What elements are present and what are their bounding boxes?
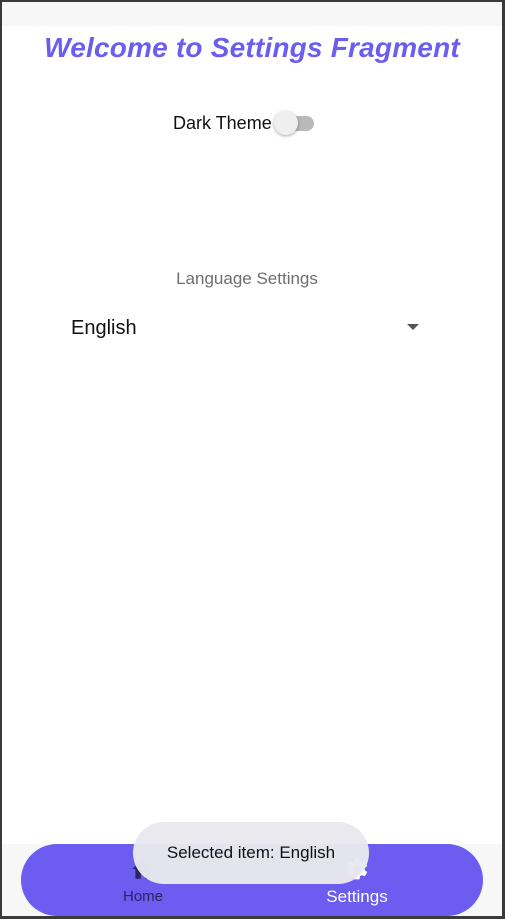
toast-message: Selected item: English [133,822,369,884]
language-settings-label: Language Settings [176,269,318,288]
nav-label-home: Home [122,888,163,905]
dropdown-arrow-icon [407,324,419,330]
dark-theme-label: Dark Theme [173,112,272,133]
switch-thumb [273,111,298,135]
status-bar [2,2,502,26]
settings-screen: Welcome to Settings Fragment Dark Theme … [2,2,502,916]
page-title: Welcome to Settings Fragment [44,32,460,63]
dark-theme-switch[interactable] [273,109,318,137]
nav-label-settings: Settings [326,887,388,906]
language-dropdown[interactable]: English [57,310,427,346]
language-dropdown-value: English [71,316,137,339]
dark-theme-row: Dark Theme [173,109,318,137]
